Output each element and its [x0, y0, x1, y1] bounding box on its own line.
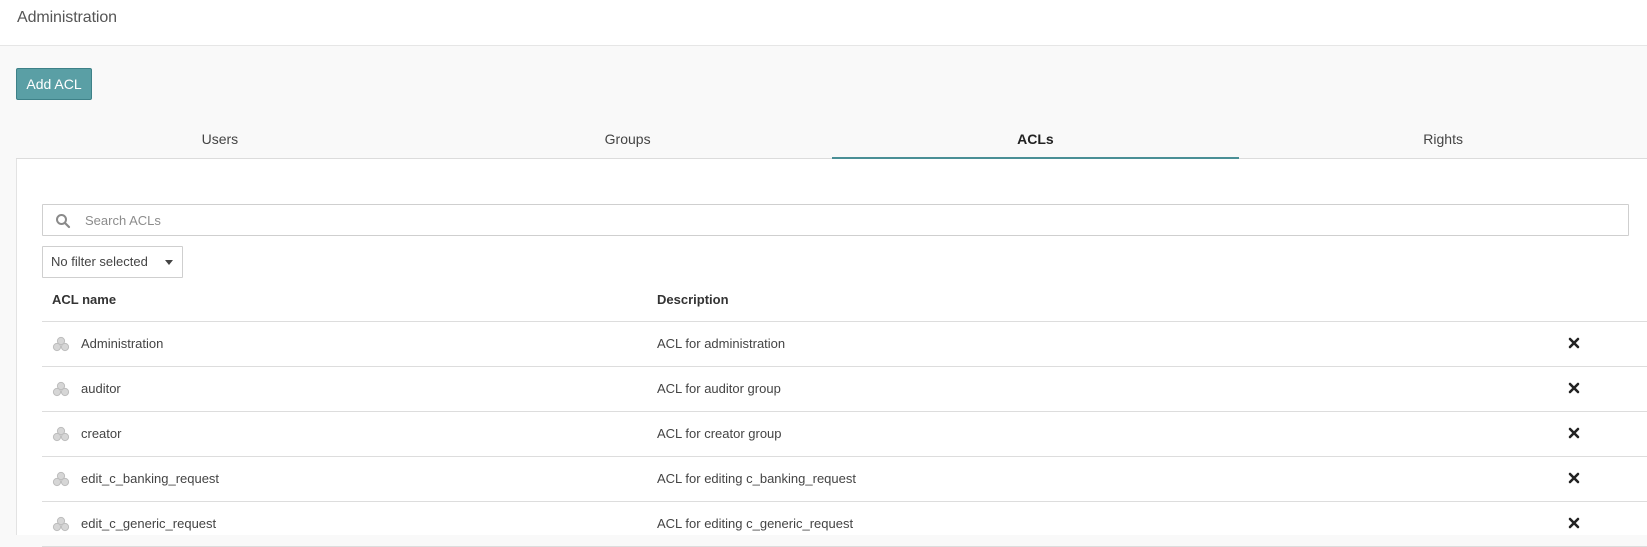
acl-table: ACL name Description Administration ACL … [42, 284, 1647, 547]
filter-selected-label: No filter selected [51, 254, 148, 269]
acl-name[interactable]: edit_c_banking_request [81, 471, 219, 486]
tab-rights[interactable]: Rights [1239, 124, 1647, 158]
acl-description: ACL for creator group [657, 426, 782, 441]
acl-cluster-icon [52, 426, 70, 442]
acl-cluster-icon [52, 381, 70, 397]
acl-name[interactable]: creator [81, 426, 121, 441]
table-row[interactable]: creator ACL for creator group [42, 412, 1647, 457]
add-acl-button[interactable]: Add ACL [16, 68, 92, 100]
search-input[interactable] [85, 205, 1615, 235]
delete-x-icon[interactable] [1566, 380, 1582, 396]
acl-cluster-icon [52, 471, 70, 487]
search-box [42, 204, 1629, 236]
table-row[interactable]: Administration ACL for administration [42, 322, 1647, 367]
table-row[interactable]: auditor ACL for auditor group [42, 367, 1647, 412]
delete-x-icon[interactable] [1566, 515, 1582, 531]
acl-description: ACL for editing c_generic_request [657, 516, 854, 531]
tab-groups[interactable]: Groups [424, 124, 832, 158]
search-icon [55, 213, 71, 229]
acl-description: ACL for auditor group [657, 381, 781, 396]
top-bar: Administration [0, 0, 1647, 46]
filter-dropdown[interactable]: No filter selected [42, 246, 183, 278]
acl-name[interactable]: auditor [81, 381, 121, 396]
acl-cluster-icon [52, 516, 70, 532]
column-header-acl-name: ACL name [52, 292, 117, 307]
acl-name[interactable]: Administration [81, 336, 163, 351]
table-row[interactable]: edit_c_generic_request ACL for editing c… [42, 502, 1647, 547]
caret-down-icon [165, 260, 173, 265]
tab-acls[interactable]: ACLs [831, 124, 1240, 159]
column-header-description: Description [657, 292, 729, 307]
acl-description: ACL for editing c_banking_request [657, 471, 856, 486]
table-row[interactable]: edit_c_banking_request ACL for editing c… [42, 457, 1647, 502]
page-title: Administration [17, 9, 117, 26]
admin-tabs: Users Groups ACLs Rights [16, 124, 1647, 159]
delete-x-icon[interactable] [1566, 335, 1582, 351]
acl-name[interactable]: edit_c_generic_request [81, 516, 216, 531]
acl-description: ACL for administration [657, 336, 786, 351]
delete-x-icon[interactable] [1566, 470, 1582, 486]
table-header: ACL name Description [42, 284, 1647, 322]
acl-cluster-icon [52, 336, 70, 352]
tab-users[interactable]: Users [16, 124, 424, 158]
delete-x-icon[interactable] [1566, 425, 1582, 441]
